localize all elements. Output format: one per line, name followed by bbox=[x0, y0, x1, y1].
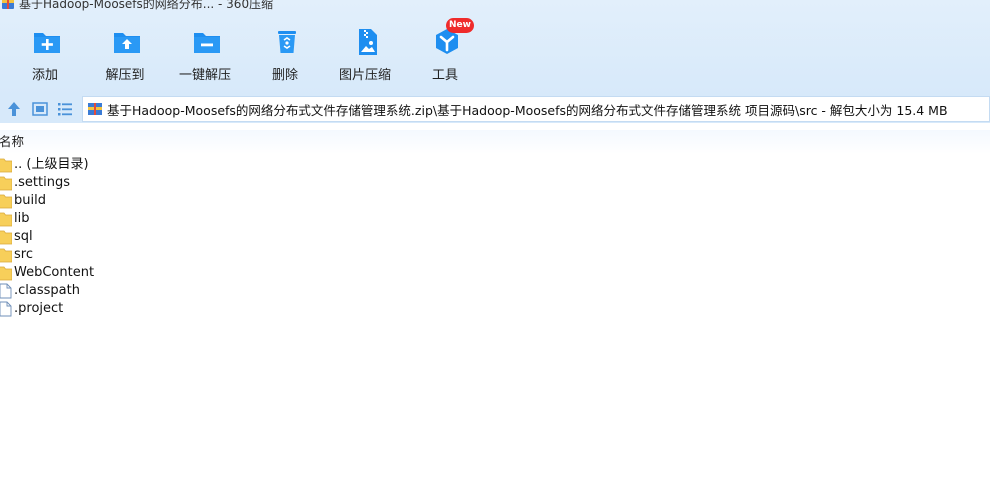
image-compress-label: 图片压缩 bbox=[338, 67, 391, 82]
file-icon bbox=[0, 301, 12, 317]
list-view-icon[interactable] bbox=[56, 100, 74, 118]
file-name: WebContent bbox=[14, 265, 95, 280]
thumbnail-view-icon[interactable] bbox=[31, 100, 49, 118]
file-name: build bbox=[14, 193, 46, 208]
list-item[interactable]: lib bbox=[0, 210, 990, 228]
file-name: sql bbox=[14, 229, 33, 244]
title-bar: 基于Hadoop-Moosefs的网络分布... - 360压缩 bbox=[0, 0, 273, 12]
extract-to-icon bbox=[114, 33, 140, 53]
file-name: .. (上级目录) bbox=[14, 157, 89, 172]
column-header: 名称 bbox=[0, 130, 990, 154]
window-title: 基于Hadoop-Moosefs的网络分布... - 360压缩 bbox=[19, 0, 274, 11]
folder-icon bbox=[0, 266, 12, 281]
file-name: src bbox=[14, 247, 33, 262]
address-bar: 基于Hadoop-Moosefs的网络分布式文件存储管理系统.zip\基于Had… bbox=[0, 95, 990, 123]
delete-label: 删除 bbox=[271, 67, 298, 82]
list-item[interactable]: sql bbox=[0, 228, 990, 246]
list-item[interactable]: .settings bbox=[0, 174, 990, 192]
file-name: .classpath bbox=[14, 283, 80, 298]
one-click-extract-label: 一键解压 bbox=[178, 67, 231, 82]
address-path: 基于Hadoop-Moosefs的网络分布式文件存储管理系统.zip\基于Had… bbox=[107, 102, 948, 118]
zip-archive-icon bbox=[88, 103, 102, 115]
file-icon bbox=[0, 283, 12, 299]
new-badge: New bbox=[446, 18, 474, 33]
up-arrow-icon[interactable] bbox=[5, 100, 23, 118]
folder-icon bbox=[0, 176, 12, 191]
list-item[interactable]: src bbox=[0, 246, 990, 264]
name-column-header[interactable]: 名称 bbox=[0, 130, 24, 154]
image-compress-icon bbox=[359, 29, 377, 55]
list-item-parent[interactable]: .. (上级目录) bbox=[0, 156, 990, 174]
file-name: .project bbox=[14, 301, 64, 316]
folder-icon bbox=[0, 158, 12, 173]
file-name: lib bbox=[14, 211, 30, 226]
address-field[interactable]: 基于Hadoop-Moosefs的网络分布式文件存储管理系统.zip\基于Had… bbox=[82, 96, 990, 122]
folder-icon bbox=[0, 194, 12, 209]
tools-label: 工具 bbox=[431, 67, 458, 82]
delete-button[interactable]: 删除 bbox=[245, 24, 325, 84]
folder-icon bbox=[0, 212, 12, 227]
extract-to-label: 解压到 bbox=[105, 67, 145, 82]
list-item[interactable]: build bbox=[0, 192, 990, 210]
tools-button[interactable]: 工具 bbox=[405, 24, 485, 84]
image-compress-button[interactable]: 图片压缩 bbox=[325, 24, 405, 84]
folder-icon bbox=[0, 248, 12, 263]
list-item[interactable]: .classpath bbox=[0, 282, 990, 300]
file-name: .settings bbox=[14, 175, 70, 190]
app-logo-icon bbox=[2, 0, 14, 9]
one-click-extract-button[interactable]: 一键解压 bbox=[165, 24, 245, 84]
add-label: 添加 bbox=[31, 67, 58, 82]
add-folder-icon bbox=[34, 33, 60, 53]
add-button[interactable]: 添加 bbox=[5, 24, 85, 84]
folder-icon bbox=[0, 230, 12, 245]
file-list: .. (上级目录) .settings build lib sql src We… bbox=[0, 156, 990, 318]
one-click-extract-icon bbox=[194, 33, 220, 53]
recycle-bin-icon bbox=[278, 31, 296, 53]
list-item[interactable]: WebContent bbox=[0, 264, 990, 282]
top-panel: 基于Hadoop-Moosefs的网络分布... - 360压缩 添加 解压到 bbox=[0, 0, 990, 95]
list-item[interactable]: .project bbox=[0, 300, 990, 318]
extract-to-button[interactable]: 解压到 bbox=[85, 24, 165, 84]
